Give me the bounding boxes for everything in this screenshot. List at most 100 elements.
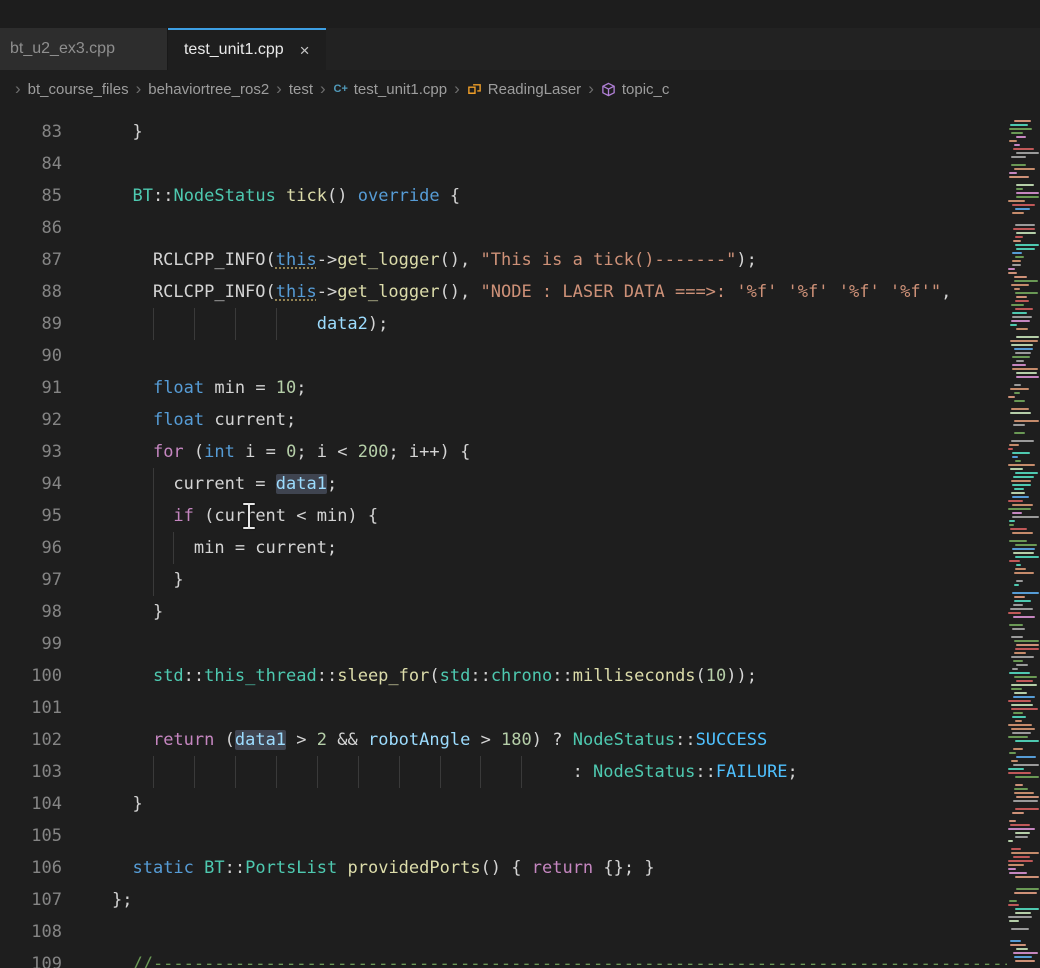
line-number[interactable]: 96 [0,532,64,564]
code-line-84[interactable]: 84 [0,148,1040,180]
indent-guide [194,308,195,340]
code-line-88[interactable]: 88 RCLCPP_INFO(this->get_logger(), "NODE… [0,276,1040,308]
code-line-100[interactable]: 100 std::this_thread::sleep_for(std::chr… [0,660,1040,692]
code-line-106[interactable]: 106 static BT::PortsList providedPorts()… [0,852,1040,884]
code-line-107[interactable]: 107}; [0,884,1040,916]
code-line-90[interactable]: 90 [0,340,1040,372]
code-line-text[interactable]: BT::NodeStatus tick() override { [112,180,1040,212]
code-line-89[interactable]: 89 data2); [0,308,1040,340]
code-line-text[interactable]: } [112,596,1040,628]
code-line-108[interactable]: 108 [0,916,1040,948]
line-number[interactable]: 86 [0,212,64,244]
code-line-text[interactable]: } [112,564,1040,596]
breadcrumb-item-behaviortree_ros2[interactable]: behaviortree_ros2 [148,81,269,98]
code-line-83[interactable]: 83 } [0,116,1040,148]
code-line-text[interactable]: for (int i = 0; i < 200; i++) { [112,436,1040,468]
line-number[interactable]: 102 [0,724,64,756]
code-line-text[interactable] [112,820,1040,852]
code-line-text[interactable]: current = data1; [112,468,1040,500]
line-number[interactable]: 92 [0,404,64,436]
line-number[interactable]: 107 [0,884,64,916]
line-number[interactable]: 85 [0,180,64,212]
line-number[interactable]: 104 [0,788,64,820]
code-line-text[interactable] [112,916,1040,948]
code-line-text[interactable]: if (current < min) { [112,500,1040,532]
line-number[interactable]: 100 [0,660,64,692]
code-line-85[interactable]: 85 BT::NodeStatus tick() override { [0,180,1040,212]
line-number[interactable]: 109 [0,948,64,968]
code-line-101[interactable]: 101 [0,692,1040,724]
code-line-text[interactable]: : NodeStatus::FAILURE; [112,756,1040,788]
line-number[interactable]: 90 [0,340,64,372]
breadcrumb-item-test_unit1-cpp[interactable]: C+ test_unit1.cpp [333,81,447,98]
code-line-93[interactable]: 93 for (int i = 0; i < 200; i++) { [0,436,1040,468]
indent-guide [153,564,154,596]
line-number[interactable]: 89 [0,308,64,340]
code-line-91[interactable]: 91 float min = 10; [0,372,1040,404]
line-number[interactable]: 101 [0,692,64,724]
tab-bt_u2_ex3-cpp[interactable]: bt_u2_ex3.cpp [0,28,168,70]
indent-guide [153,756,154,788]
code-line-102[interactable]: 102 return (data1 > 2 && robotAngle > 18… [0,724,1040,756]
line-number[interactable]: 83 [0,116,64,148]
code-line-text[interactable]: data2); [112,308,1040,340]
code-line-86[interactable]: 86 [0,212,1040,244]
line-number[interactable]: 95 [0,500,64,532]
breadcrumb-item-test[interactable]: test [289,81,313,98]
minimap[interactable] [1007,108,1040,968]
chevron-right-icon: › [276,79,282,99]
code-line-text[interactable]: float current; [112,404,1040,436]
code-editor[interactable]: 83 }8485 BT::NodeStatus tick() override … [0,108,1040,968]
code-line-text[interactable]: } [112,788,1040,820]
line-number[interactable]: 108 [0,916,64,948]
code-line-94[interactable]: 94 current = data1; [0,468,1040,500]
code-line-text[interactable]: } [112,116,1040,148]
code-line-text[interactable]: return (data1 > 2 && robotAngle > 180) ?… [112,724,1040,756]
code-line-text[interactable]: //--------------------------------------… [112,948,1040,968]
code-line-text[interactable] [112,340,1040,372]
code-line-text[interactable] [112,148,1040,180]
code-line-105[interactable]: 105 [0,820,1040,852]
line-number[interactable]: 106 [0,852,64,884]
code-line-text[interactable]: float min = 10; [112,372,1040,404]
line-number[interactable]: 88 [0,276,64,308]
line-number[interactable]: 99 [0,628,64,660]
code-line-text[interactable]: RCLCPP_INFO(this->get_logger(), "This is… [112,244,1040,276]
tab-test_unit1-cpp[interactable]: test_unit1.cpp × [168,28,326,70]
code-line-98[interactable]: 98 } [0,596,1040,628]
code-line-text[interactable]: min = current; [112,532,1040,564]
close-icon[interactable]: × [300,42,310,59]
line-number[interactable]: 103 [0,756,64,788]
breadcrumb-item-bt_course_files[interactable]: bt_course_files [28,81,129,98]
code-line-87[interactable]: 87 RCLCPP_INFO(this->get_logger(), "This… [0,244,1040,276]
code-line-95[interactable]: 95 if (current < min) { [0,500,1040,532]
breadcrumb-item-topic-callback[interactable]: topic_c [601,81,670,98]
code-line-text[interactable]: std::this_thread::sleep_for(std::chrono:… [112,660,1040,692]
code-line-text[interactable] [112,628,1040,660]
line-number[interactable]: 94 [0,468,64,500]
line-number[interactable]: 105 [0,820,64,852]
code-line-text[interactable] [112,692,1040,724]
line-number[interactable]: 93 [0,436,64,468]
line-number[interactable]: 91 [0,372,64,404]
code-line-text[interactable]: RCLCPP_INFO(this->get_logger(), "NODE : … [112,276,1040,308]
line-number[interactable]: 87 [0,244,64,276]
code-line-104[interactable]: 104 } [0,788,1040,820]
code-line-text[interactable] [112,212,1040,244]
code-area[interactable]: 83 }8485 BT::NodeStatus tick() override … [0,108,1040,968]
code-line-109[interactable]: 109 //----------------------------------… [0,948,1040,968]
code-line-92[interactable]: 92 float current; [0,404,1040,436]
code-line-99[interactable]: 99 [0,628,1040,660]
code-line-103[interactable]: 103 : NodeStatus::FAILURE; [0,756,1040,788]
breadcrumb-item-readinglaser[interactable]: ReadingLaser [467,81,581,98]
code-line-97[interactable]: 97 } [0,564,1040,596]
line-number[interactable]: 84 [0,148,64,180]
cpp-file-icon: C+ [333,81,349,97]
line-number[interactable]: 97 [0,564,64,596]
indent-guide [399,756,400,788]
line-number[interactable]: 98 [0,596,64,628]
code-line-96[interactable]: 96 min = current; [0,532,1040,564]
tab-label: bt_u2_ex3.cpp [10,40,115,58]
code-line-text[interactable]: static BT::PortsList providedPorts() { r… [112,852,1040,884]
code-line-text[interactable]: }; [112,884,1040,916]
